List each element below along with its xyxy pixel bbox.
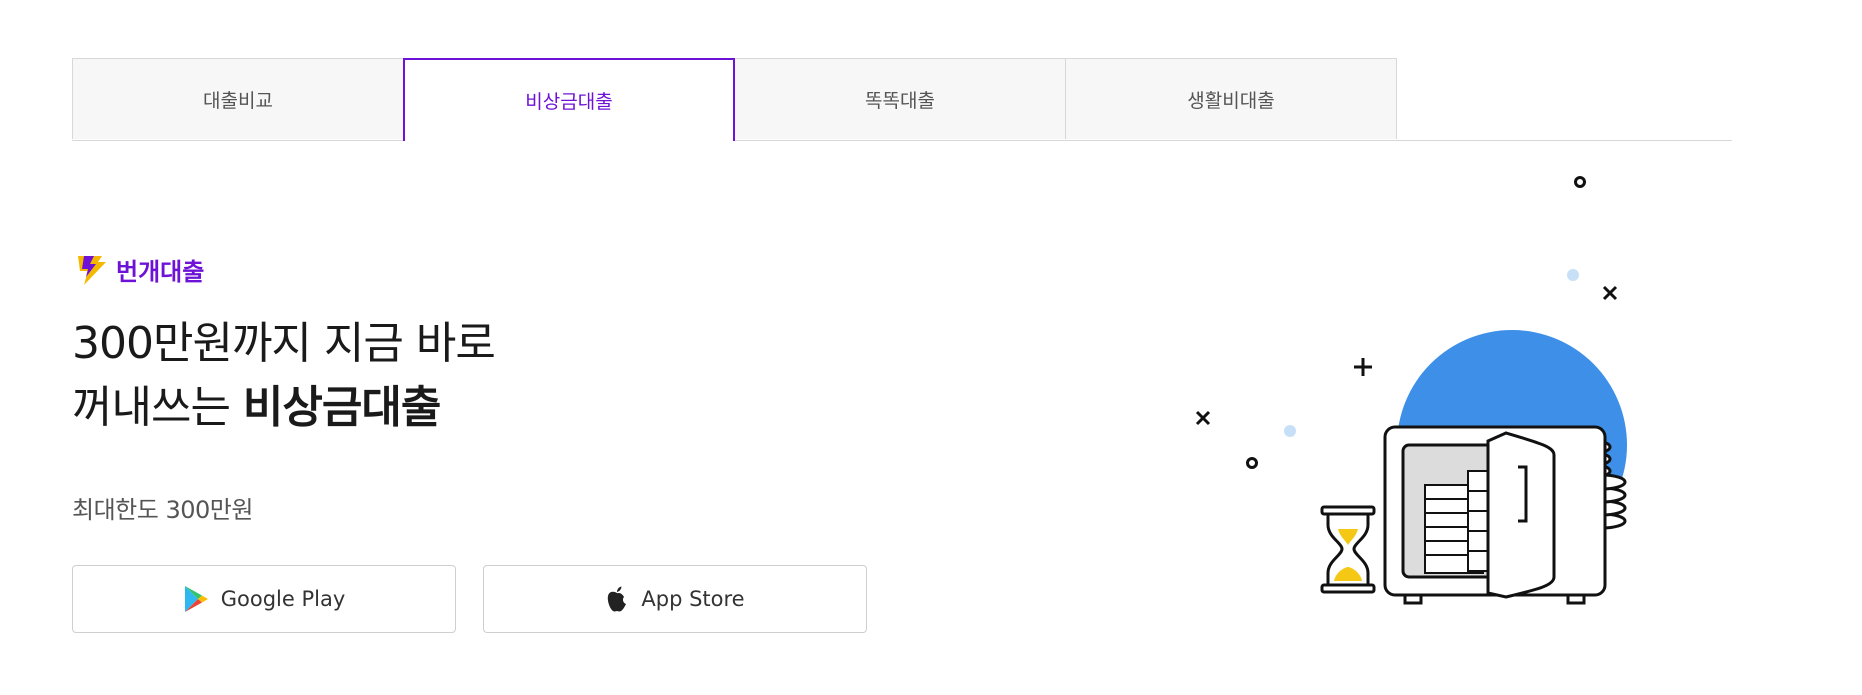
apple-icon — [608, 586, 627, 612]
headline-line-2-prefix: 꺼내쓰는 — [72, 382, 243, 433]
tab-smart-loan[interactable]: 똑똑대출 — [734, 58, 1066, 139]
sparkle-dot-top — [1567, 269, 1579, 281]
headline-line-2: 꺼내쓰는 비상금대출 — [72, 376, 495, 440]
tab-loan-compare[interactable]: 대출비교 — [72, 58, 404, 139]
google-play-label: Google Play — [220, 587, 346, 611]
sparkle-x-left — [1195, 410, 1211, 426]
lightning-icon — [78, 255, 106, 285]
google-play-button[interactable]: Google Play — [72, 565, 456, 633]
headline-line-1: 300만원까지 지금 바로 — [72, 318, 496, 369]
app-store-label: App Store — [641, 587, 745, 611]
safe-illustration — [1195, 176, 1627, 605]
sparkle-dot-left — [1284, 425, 1296, 437]
safe — [1383, 425, 1607, 605]
brand-name: 번개대출 — [116, 258, 205, 286]
headline: 300만원까지 지금 바로 꺼내쓰는 비상금대출 — [72, 312, 496, 440]
brand: 번개대출 — [72, 252, 204, 287]
max-limit-text: 최대한도 300만원 — [72, 496, 253, 524]
headline-line-2-strong: 비상금대출 — [242, 382, 441, 433]
tab-emergency-loan[interactable]: 비상금대출 — [403, 58, 735, 141]
tab-living-expense-loan[interactable]: 생활비대출 — [1065, 58, 1397, 139]
sparkle-ring-top — [1574, 176, 1586, 188]
hourglass — [1320, 505, 1376, 594]
sparkle-plus — [1354, 358, 1372, 376]
sparkle-x-right — [1602, 285, 1618, 301]
tab-bar: 대출비교 비상금대출 똑똑대출 생활비대출 — [72, 58, 1732, 141]
app-store-button[interactable]: App Store — [483, 565, 867, 633]
google-play-icon — [184, 586, 208, 612]
sparkle-ring-left — [1246, 457, 1258, 469]
